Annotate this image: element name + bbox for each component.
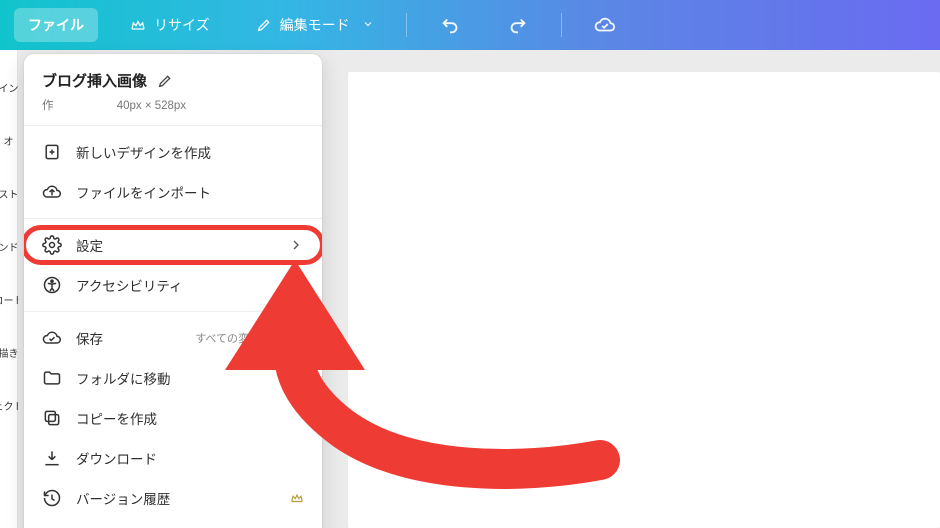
file-menu-panel: ブログ挿入画像 作 40px × 528px 新しいデザインを作成 ファイルをイ… — [24, 54, 322, 528]
edit-mode-label: 編集モード — [280, 15, 350, 35]
design-dimensions: 40px × 528px — [117, 100, 186, 112]
menu-label: フォルダに移動 — [76, 368, 304, 388]
design-title: ブログ挿入画像 — [42, 70, 147, 91]
chevron-down-icon — [362, 17, 374, 33]
chevron-right-icon — [288, 237, 304, 253]
menu-label: 新しいデザインを作成 — [76, 142, 304, 162]
gear-icon — [42, 235, 62, 255]
redo-button[interactable] — [493, 7, 543, 43]
menu-label: アクセシビリティ — [76, 275, 274, 295]
panel-header: ブログ挿入画像 作 40px × 528px — [24, 54, 322, 125]
redo-icon — [507, 14, 529, 36]
design-canvas[interactable] — [348, 72, 940, 528]
sidebar-stub[interactable]: オ — [4, 133, 14, 148]
sidebar-stub[interactable]: 描き — [0, 345, 19, 360]
edit-mode-button[interactable]: 編集モード — [242, 8, 388, 42]
cloud-check-icon — [594, 14, 616, 36]
history-icon — [42, 488, 62, 508]
cloud-upload-icon — [42, 182, 62, 202]
copy-icon — [42, 408, 62, 428]
top-toolbar: ファイル リサイズ 編集モード — [0, 0, 940, 50]
cloud-sync-button[interactable] — [580, 7, 630, 43]
cloud-check-icon — [42, 328, 62, 348]
menu-settings[interactable]: 設定 — [24, 225, 322, 265]
design-meta: 作 40px × 528px — [42, 97, 304, 113]
menu-label: ダウンロード — [76, 448, 304, 468]
undo-button[interactable] — [425, 7, 475, 43]
menu-version-history[interactable]: バージョン履歴 — [24, 478, 322, 518]
sidebar-stub[interactable]: イン — [0, 80, 19, 95]
menu-download[interactable]: ダウンロード — [24, 438, 322, 478]
menu-move-to-folder[interactable]: フォルダに移動 — [24, 358, 322, 398]
menu-accessibility[interactable]: アクセシビリティ — [24, 265, 322, 305]
pencil-icon — [256, 17, 272, 33]
menu-make-copy[interactable]: コピーを作成 — [24, 398, 322, 438]
menu-label: 保存 — [76, 328, 181, 348]
save-status: すべての変更は保存さ — [195, 330, 304, 346]
chevron-right-icon — [288, 277, 304, 293]
left-sidebar: イン オ スト ンド コート 描き ェクト — [0, 50, 18, 528]
menu-label: ファイルをインポート — [76, 182, 304, 202]
menu-label: バージョン履歴 — [76, 488, 276, 508]
sidebar-stub[interactable]: スト — [0, 186, 19, 201]
file-menu-button[interactable]: ファイル — [14, 8, 98, 42]
folder-icon — [42, 368, 62, 388]
sidebar-stub[interactable]: ンド — [0, 239, 19, 254]
crown-icon — [130, 17, 146, 33]
meta-prefix: 作 — [42, 100, 54, 112]
download-icon — [42, 448, 62, 468]
menu-label: コピーを作成 — [76, 408, 304, 428]
toolbar-separator — [561, 13, 562, 37]
toolbar-separator — [406, 13, 407, 37]
menu-save[interactable]: 保存 すべての変更は保存さ — [24, 318, 322, 358]
menu-import-file[interactable]: ファイルをインポート — [24, 172, 322, 212]
menu-move-to-trash[interactable]: ゴミ箱へ移動 — [24, 518, 322, 528]
file-label: ファイル — [28, 15, 84, 35]
accessibility-icon — [42, 275, 62, 295]
crown-badge-icon — [290, 491, 304, 505]
undo-icon — [439, 14, 461, 36]
resize-button[interactable]: リサイズ — [116, 8, 224, 42]
resize-label: リサイズ — [154, 15, 210, 35]
menu-new-design[interactable]: 新しいデザインを作成 — [24, 132, 322, 172]
edit-title-icon[interactable] — [157, 73, 173, 89]
plus-page-icon — [42, 142, 62, 162]
menu-label: 設定 — [76, 235, 274, 255]
